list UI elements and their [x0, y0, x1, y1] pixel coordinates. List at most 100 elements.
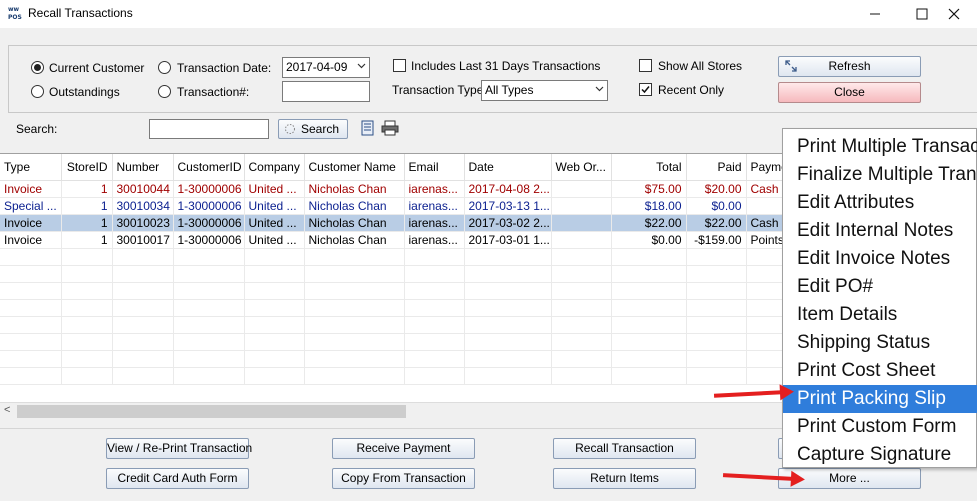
empty-cell — [611, 248, 687, 266]
minimize-button[interactable] — [852, 0, 898, 28]
recent-only-label[interactable]: Recent Only — [658, 83, 724, 97]
column-header[interactable]: Total — [611, 154, 687, 181]
empty-cell — [611, 316, 687, 334]
empty-cell — [404, 333, 465, 351]
close-window-button[interactable] — [931, 0, 977, 28]
credit-card-auth-button[interactable]: Credit Card Auth Form — [106, 468, 249, 489]
menu-item-edit-attributes[interactable]: Edit Attributes — [783, 189, 977, 217]
svg-text:POS: POS — [8, 14, 22, 21]
empty-cell — [304, 367, 405, 385]
column-header[interactable]: StoreID — [61, 154, 113, 181]
search-input[interactable] — [149, 119, 269, 139]
table-cell: iarenas... — [404, 214, 465, 232]
return-items-button[interactable]: Return Items — [553, 468, 696, 489]
includes-last-31-checkbox[interactable] — [393, 59, 406, 72]
table-cell: -$159.00 — [686, 231, 747, 249]
outstandings-radio[interactable] — [31, 85, 44, 98]
transaction-date-label[interactable]: Transaction Date: — [177, 61, 271, 75]
view-reprint-button[interactable]: View / Re-Print Transaction — [106, 438, 252, 459]
receive-payment-button[interactable]: Receive Payment — [332, 438, 475, 459]
table-cell: 2017-03-02 2... — [464, 214, 552, 232]
transaction-date-picker[interactable]: 2017-04-09 — [282, 57, 370, 78]
column-header[interactable]: Number — [112, 154, 174, 181]
empty-cell — [0, 367, 62, 385]
chevron-down-icon[interactable] — [595, 84, 604, 96]
menu-item-print-custom-form[interactable]: Print Custom Form — [783, 413, 977, 441]
empty-cell — [551, 367, 612, 385]
menu-item-item-details[interactable]: Item Details — [783, 301, 977, 329]
empty-cell — [404, 265, 465, 283]
title-bar: ww POS Recall Transactions — [0, 0, 977, 28]
empty-cell — [112, 248, 174, 266]
close-button[interactable]: Close — [778, 82, 921, 103]
menu-item-print-cost-sheet[interactable]: Print Cost Sheet — [783, 357, 977, 385]
transaction-date-radio[interactable] — [158, 61, 171, 74]
empty-cell — [0, 265, 62, 283]
empty-cell — [304, 282, 405, 300]
transaction-number-input[interactable] — [282, 81, 370, 102]
empty-cell — [61, 248, 113, 266]
show-all-stores-checkbox[interactable] — [639, 59, 652, 72]
search-button[interactable]: Search — [278, 119, 348, 139]
menu-item-shipping-status[interactable]: Shipping Status — [783, 329, 977, 357]
table-cell: $0.00 — [611, 231, 687, 249]
show-all-stores-label[interactable]: Show All Stores — [658, 59, 742, 73]
table-cell: $18.00 — [611, 197, 687, 215]
empty-cell — [0, 282, 62, 300]
current-customer-radio[interactable] — [31, 61, 44, 74]
scrollbar-thumb[interactable] — [17, 405, 406, 418]
notes-icon[interactable] — [360, 120, 376, 136]
menu-item-finalize-multiple-transactions[interactable]: Finalize Multiple Transactions — [783, 161, 977, 189]
transaction-number-radio[interactable] — [158, 85, 171, 98]
table-cell: Nicholas Chan — [304, 214, 405, 232]
column-header[interactable]: Paid — [686, 154, 747, 181]
column-header[interactable]: Customer Name — [304, 154, 405, 181]
empty-cell — [112, 350, 174, 368]
refresh-button[interactable]: Refresh — [778, 56, 921, 77]
table-cell: 1-30000006 — [173, 214, 245, 232]
chevron-down-icon[interactable] — [357, 61, 366, 73]
empty-cell — [112, 316, 174, 334]
empty-cell — [551, 248, 612, 266]
empty-cell — [112, 299, 174, 317]
table-cell: 30010034 — [112, 197, 174, 215]
transaction-date-value: 2017-04-09 — [286, 60, 348, 74]
column-header[interactable]: Company — [244, 154, 305, 181]
table-cell: United ... — [244, 214, 305, 232]
recall-transaction-button[interactable]: Recall Transaction — [553, 438, 696, 459]
column-header[interactable]: Web Or... — [551, 154, 612, 181]
includes-last-31-label[interactable]: Includes Last 31 Days Transactions — [411, 59, 600, 73]
more-context-menu[interactable]: Print Multiple TransactionsFinalize Mult… — [782, 128, 977, 468]
scroll-left-icon[interactable]: < — [4, 404, 10, 416]
empty-cell — [686, 350, 747, 368]
menu-item-edit-po[interactable]: Edit PO# — [783, 273, 977, 301]
column-header[interactable]: Date — [464, 154, 552, 181]
empty-cell — [404, 248, 465, 266]
empty-cell — [112, 282, 174, 300]
transaction-number-label[interactable]: Transaction#: — [177, 85, 249, 99]
menu-item-print-multiple-transactions[interactable]: Print Multiple Transactions — [783, 133, 977, 161]
column-header[interactable]: CustomerID — [173, 154, 245, 181]
menu-item-edit-internal-notes[interactable]: Edit Internal Notes — [783, 217, 977, 245]
outstandings-label[interactable]: Outstandings — [49, 85, 120, 99]
copy-from-transaction-button[interactable]: Copy From Transaction — [332, 468, 475, 489]
column-header[interactable]: Email — [404, 154, 465, 181]
menu-item-print-packing-slip[interactable]: Print Packing Slip — [783, 385, 977, 413]
column-header[interactable]: Type — [0, 154, 62, 181]
empty-cell — [61, 265, 113, 283]
empty-cell — [464, 316, 552, 334]
empty-cell — [464, 350, 552, 368]
empty-cell — [404, 367, 465, 385]
transaction-type-select[interactable]: All Types — [481, 80, 608, 101]
current-customer-label[interactable]: Current Customer — [49, 61, 144, 75]
empty-cell — [304, 350, 405, 368]
recent-only-checkbox[interactable] — [639, 83, 652, 96]
empty-cell — [61, 299, 113, 317]
menu-item-edit-invoice-notes[interactable]: Edit Invoice Notes — [783, 245, 977, 273]
menu-item-capture-signature[interactable]: Capture Signature — [783, 441, 977, 469]
empty-cell — [173, 265, 245, 283]
printer-icon[interactable] — [381, 120, 399, 136]
app-logo-icon: ww POS — [8, 5, 22, 21]
table-cell — [551, 231, 612, 249]
empty-cell — [244, 299, 305, 317]
